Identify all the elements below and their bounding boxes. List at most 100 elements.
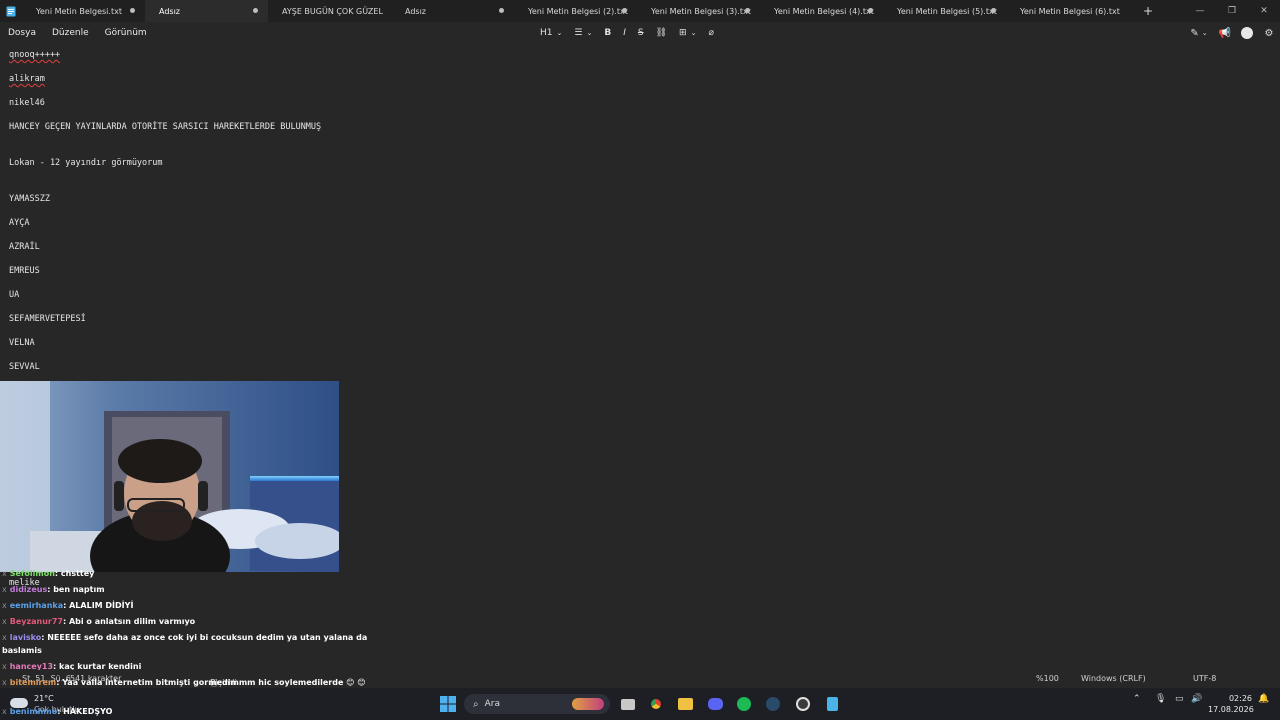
chat-text: : Abi o anlatsın dilim varmıyo bbox=[63, 617, 196, 626]
chat-username: bitemirem bbox=[9, 678, 57, 687]
chat-text: : ben naptım bbox=[47, 585, 105, 594]
heading-dropdown[interactable]: H1 ⌄ bbox=[534, 22, 568, 44]
new-tab-button[interactable]: + bbox=[1137, 0, 1159, 22]
unsaved-dot-icon bbox=[745, 8, 750, 13]
right-toolbar: ✎ ⌄ 📢 ⚙ bbox=[1184, 22, 1280, 44]
notepad-icon[interactable] bbox=[824, 696, 840, 712]
menu-edit[interactable]: Düzenle bbox=[44, 22, 97, 44]
tray-chevron-up-icon[interactable]: ⌃ bbox=[1133, 694, 1141, 704]
chat-message-wrap: baslamis bbox=[2, 646, 42, 655]
obs-icon[interactable] bbox=[795, 696, 811, 712]
search-icon: ⌕ bbox=[473, 698, 479, 710]
taskbar-search[interactable]: ⌕ Ara bbox=[464, 694, 610, 714]
windows-start-icon[interactable] bbox=[440, 696, 456, 712]
unsaved-dot-icon bbox=[499, 8, 504, 13]
line-ending[interactable]: Windows (CRLF) bbox=[1081, 674, 1146, 683]
chevron-down-icon: ⌄ bbox=[1201, 29, 1208, 37]
network-icon[interactable]: ▭ bbox=[1175, 694, 1184, 704]
encoding[interactable]: UTF-8 bbox=[1193, 674, 1216, 683]
spotify-icon[interactable] bbox=[736, 696, 752, 712]
discord-icon[interactable] bbox=[707, 696, 723, 712]
editor-line: HANCEY GEÇEN YAYINLARDA OTORİTE SARSICI … bbox=[9, 122, 322, 132]
chat-username: lavisko bbox=[9, 633, 42, 642]
clock[interactable]: 02:26 17.08.2026 bbox=[1208, 693, 1254, 715]
tab-yeni-metin-belgesi-6[interactable]: Yeni Metin Belgesi (6).txt bbox=[1006, 0, 1129, 22]
chat-message: x bitemirem: Yaa valla internetim bitmişt… bbox=[2, 678, 366, 687]
tab-yeni-metin-belgesi[interactable]: Yeni Metin Belgesi.txt bbox=[22, 0, 145, 22]
chat-message: x Beyzanur77: Abi o anlatsın dilim varmıy… bbox=[2, 617, 195, 626]
chat-message: x Sefolimon: chsttey bbox=[2, 569, 94, 578]
volume-icon[interactable]: 🔊 bbox=[1191, 694, 1202, 704]
close-icon: x bbox=[2, 678, 7, 687]
editor-line: AYÇA bbox=[9, 218, 30, 228]
chat-message: x eemirhanka: ALALIM DİDİYİ bbox=[2, 601, 133, 610]
close-icon: x bbox=[2, 585, 7, 594]
italic-button[interactable]: I bbox=[617, 22, 632, 44]
close-icon[interactable]: ✕ bbox=[1248, 0, 1280, 22]
editor-line: alikram bbox=[9, 74, 45, 84]
editor-line: AZRAİL bbox=[9, 242, 40, 252]
avatar-icon bbox=[1241, 27, 1253, 39]
taskbar bbox=[0, 688, 1280, 720]
menu-file[interactable]: Dosya bbox=[0, 22, 44, 44]
settings-button[interactable]: ⚙ bbox=[1258, 22, 1280, 44]
editor-line: SEFAMERVETEPESİ bbox=[9, 314, 86, 324]
tab-adsiz-2[interactable]: Adsız bbox=[391, 0, 514, 22]
chat-username: Sefolimon bbox=[9, 569, 55, 578]
gear-icon: ⚙ bbox=[1264, 27, 1274, 39]
webcam-image bbox=[0, 381, 339, 572]
minimize-icon[interactable]: — bbox=[1184, 0, 1216, 22]
search-placeholder: Ara bbox=[484, 699, 500, 709]
table-dropdown[interactable]: ⊞ ⌄ bbox=[673, 22, 702, 44]
chat-message: x lavisko: NEEEEE sefo daha az once cok i… bbox=[2, 633, 367, 642]
tab-yeni-metin-belgesi-2[interactable]: Yeni Metin Belgesi (2).txt bbox=[514, 0, 637, 22]
chrome-icon[interactable] bbox=[648, 696, 664, 712]
clock-date: 17.08.2026 bbox=[1208, 705, 1254, 714]
chevron-down-icon: ⌄ bbox=[556, 29, 563, 37]
editor-area[interactable]: qnooq+++++ alikram nikel46 HANCEY GEÇEN … bbox=[0, 44, 1280, 670]
tab-yeni-metin-belgesi-5[interactable]: Yeni Metin Belgesi (5).txt bbox=[883, 0, 1006, 22]
editor-line: EMREUS bbox=[9, 266, 40, 276]
chat-username: benimhmo bbox=[9, 707, 58, 716]
chat-text: : ALALIM DİDİYİ bbox=[63, 601, 134, 610]
close-icon: x bbox=[2, 601, 7, 610]
close-icon: x bbox=[2, 633, 7, 642]
editor-line: UA bbox=[9, 290, 20, 300]
menu-view[interactable]: Görünüm bbox=[97, 22, 155, 44]
unsaved-dot-icon bbox=[622, 8, 627, 13]
editor-line: Lokan - 12 yayındır görmüyorum bbox=[9, 158, 163, 168]
copilot-dropdown[interactable]: ✎ ⌄ bbox=[1184, 22, 1214, 44]
editor-line: YAMASSZZ bbox=[9, 194, 50, 204]
whats-new-button[interactable]: 📢 bbox=[1214, 22, 1236, 44]
tab-ayse[interactable]: AYŞE BUGÜN ÇOK GÜZEL bbox=[268, 0, 391, 22]
tab-bar: Yeni Metin Belgesi.txt Adsız AYŞE BUGÜN … bbox=[0, 0, 1280, 22]
close-icon: x bbox=[2, 617, 7, 626]
chat-text: : Yaa valla internetim bitmişti gormedim… bbox=[56, 678, 366, 687]
maximize-icon[interactable]: ❐ bbox=[1216, 0, 1248, 22]
tab-yeni-metin-belgesi-4[interactable]: Yeni Metin Belgesi (4).txt bbox=[760, 0, 883, 22]
notepad-app-icon bbox=[0, 0, 22, 22]
bold-button[interactable]: B bbox=[598, 22, 617, 44]
table-icon: ⊞ bbox=[679, 28, 687, 38]
tab-yeni-metin-belgesi-3[interactable]: Yeni Metin Belgesi (3).txt bbox=[637, 0, 760, 22]
plus-icon: + bbox=[1142, 4, 1154, 18]
chevron-down-icon: ⌄ bbox=[586, 29, 593, 37]
unsaved-dot-icon bbox=[130, 8, 135, 13]
strikethrough-button[interactable]: S bbox=[632, 22, 650, 44]
megaphone-icon: 📢 bbox=[1218, 27, 1232, 39]
list-icon: ☰ bbox=[574, 28, 583, 38]
zoom-level[interactable]: %100 bbox=[1036, 674, 1059, 683]
tab-adsiz-active[interactable]: Adsız bbox=[145, 0, 268, 22]
link-button[interactable]: ⛓ bbox=[650, 22, 673, 44]
task-view-icon[interactable] bbox=[620, 696, 636, 712]
list-dropdown[interactable]: ☰ ⌄ bbox=[568, 22, 598, 44]
notification-bell-icon[interactable]: 🔔 bbox=[1258, 694, 1269, 704]
steam-icon[interactable] bbox=[765, 696, 781, 712]
account-button[interactable] bbox=[1236, 22, 1258, 44]
file-explorer-icon[interactable] bbox=[677, 696, 693, 712]
unsaved-dot-icon bbox=[991, 8, 996, 13]
microphone-icon[interactable]: 🎙 bbox=[1155, 694, 1166, 704]
close-icon: x bbox=[2, 569, 7, 578]
clear-formatting-button[interactable]: ⌀ bbox=[702, 22, 719, 44]
close-icon: x bbox=[2, 707, 7, 716]
